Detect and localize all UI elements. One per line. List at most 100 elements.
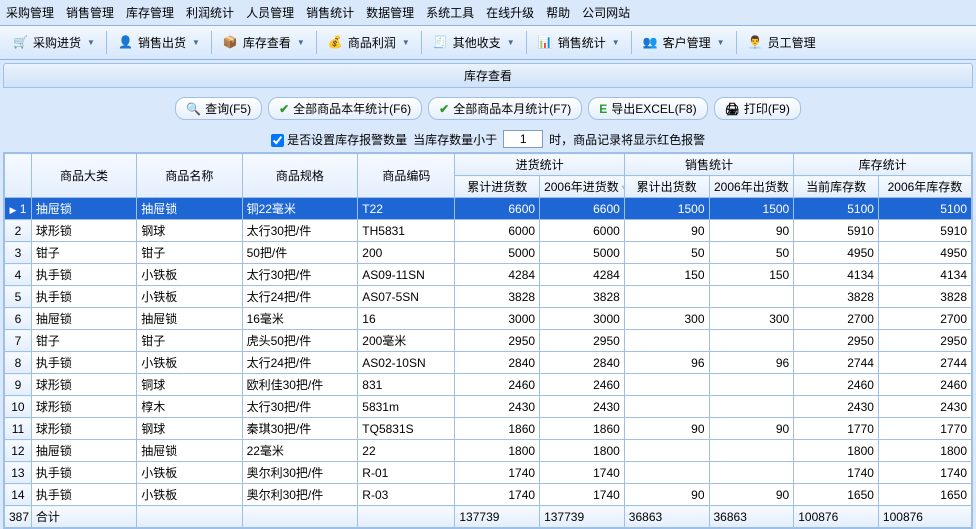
menu-item[interactable]: 在线升级 <box>486 4 534 21</box>
footer-cur-stock: 100876 <box>794 506 879 528</box>
cell-cat: 抽屉锁 <box>31 440 136 462</box>
chevron-down-icon[interactable]: ▼ <box>612 38 620 47</box>
cell-cat: 执手锁 <box>31 484 136 506</box>
col-year-out[interactable]: 2006年出货数 <box>709 176 794 198</box>
col-group-stock[interactable]: 库存统计 <box>794 154 972 176</box>
cell-stk: 2460 <box>794 374 879 396</box>
cell-cin: 1860 <box>455 418 540 440</box>
col-rownum[interactable] <box>5 154 32 198</box>
cell-yin: 4284 <box>540 264 625 286</box>
cell-yin: 2950 <box>540 330 625 352</box>
cell-cout <box>624 440 709 462</box>
col-group-out[interactable]: 销售统计 <box>624 154 793 176</box>
menu-item[interactable]: 采购管理 <box>6 4 54 21</box>
toolbar-button[interactable]: 🛒采购进货▼ <box>4 29 104 56</box>
toolbar-button[interactable]: 👥客户管理▼ <box>634 29 734 56</box>
menu-item[interactable]: 库存管理 <box>126 4 174 21</box>
cell-spec: 太行30把/件 <box>242 396 358 418</box>
col-code[interactable]: 商品编码 <box>358 154 455 198</box>
footer-row: 387 合计 137739 137739 36863 36863 100876 … <box>5 506 972 528</box>
threshold-input[interactable] <box>503 130 543 148</box>
cell-yout: 1500 <box>709 198 794 220</box>
table-row[interactable]: 5执手锁小铁板太行24把/件AS07-5SN3828382838283828 <box>5 286 972 308</box>
toolbar-icon: 📊 <box>538 35 554 51</box>
table-row[interactable]: 8执手锁小铁板太行24把/件AS02-10SN28402840969627442… <box>5 352 972 374</box>
cell-ystk: 4950 <box>878 242 971 264</box>
cell-cout <box>624 286 709 308</box>
cell-spec: 16毫米 <box>242 308 358 330</box>
toolbar-button[interactable]: 📊销售统计 ▼ <box>529 29 629 56</box>
table-row[interactable]: 6抽屉锁抽屉锁16毫米163000300030030027002700 <box>5 308 972 330</box>
col-name[interactable]: 商品名称 <box>137 154 242 198</box>
toolbar-button[interactable]: 💰商品利润▼ <box>319 29 419 56</box>
menu-item[interactable]: 利润统计 <box>186 4 234 21</box>
cell-yout: 300 <box>709 308 794 330</box>
action-button[interactable]: ✔全部商品本年统计(F6) <box>268 97 422 120</box>
table-row[interactable]: 12抽屉锁抽屉锁22毫米221800180018001800 <box>5 440 972 462</box>
table-row[interactable]: 14执手锁小铁板奥尔利30把/件R-0317401740909016501650 <box>5 484 972 506</box>
toolbar-button[interactable]: 📦库存查看▼ <box>214 29 314 56</box>
menu-item[interactable]: 公司网站 <box>582 4 630 21</box>
cell-ystk: 2430 <box>878 396 971 418</box>
table-row[interactable]: 13执手锁小铁板奥尔利30把/件R-011740174017401740 <box>5 462 972 484</box>
table-row[interactable]: 9球形锁铜球欧利佳30把/件8312460246024602460 <box>5 374 972 396</box>
menu-item[interactable]: 帮助 <box>546 4 570 21</box>
cell-name: 小铁板 <box>137 352 242 374</box>
table-row[interactable]: 10球形锁椁木太行30把/件5831m2430243024302430 <box>5 396 972 418</box>
table-row[interactable]: 2球形锁钢球太行30把/件TH583160006000909059105910 <box>5 220 972 242</box>
cell-yin: 1740 <box>540 484 625 506</box>
cell-code: T22 <box>358 198 455 220</box>
menu-item[interactable]: 数据管理 <box>366 4 414 21</box>
toolbar-button[interactable]: 🧾其他收支▼ <box>424 29 524 56</box>
alert-checkbox-label[interactable]: 是否设置库存报警数量 <box>271 131 407 148</box>
cell-yout: 90 <box>709 220 794 242</box>
toolbar-label: 员工管理 <box>768 34 816 51</box>
table-row[interactable]: 7钳子钳子虎头50把/件200毫米2950295029502950 <box>5 330 972 352</box>
table-row[interactable]: 3钳子钳子50把/件20050005000505049504950 <box>5 242 972 264</box>
col-cum-out[interactable]: 累计出货数 <box>624 176 709 198</box>
col-cur-stock[interactable]: 当前库存数 <box>794 176 879 198</box>
table-row[interactable]: 11球形锁钢球秦琪30把/件TQ5831S1860186090901770177… <box>5 418 972 440</box>
col-year-stock[interactable]: 2006年库存数 <box>878 176 971 198</box>
cell-name: 抽屉锁 <box>137 308 242 330</box>
chevron-down-icon[interactable]: ▼ <box>192 38 200 47</box>
col-group-in[interactable]: 进货统计 <box>455 154 624 176</box>
action-label: 导出EXCEL(F8) <box>611 100 696 117</box>
row-number: 8 <box>5 352 32 374</box>
menu-item[interactable]: 人员管理 <box>246 4 294 21</box>
col-year-in[interactable]: 2006年进货数 ▽ <box>540 176 625 198</box>
cell-yin: 2430 <box>540 396 625 418</box>
action-button[interactable]: 🔍查询(F5) <box>175 97 262 120</box>
cell-cout <box>624 396 709 418</box>
action-button[interactable]: ✔全部商品本月统计(F7) <box>428 97 582 120</box>
table-row[interactable]: 4执手锁小铁板太行30把/件AS09-11SN42844284150150413… <box>5 264 972 286</box>
toolbar-button[interactable]: 👨‍💼员工管理 <box>739 29 825 56</box>
menu-item[interactable]: 销售管理 <box>66 4 114 21</box>
alert-checkbox[interactable] <box>271 134 284 147</box>
action-button[interactable]: E导出EXCEL(F8) <box>588 97 707 120</box>
cell-cat: 抽屉锁 <box>31 308 136 330</box>
toolbar-separator <box>316 31 317 54</box>
menu-item[interactable]: 销售统计 <box>306 4 354 21</box>
table-row[interactable]: ▶ 1抽屉锁抽屉锁铜22毫米T2266006600150015005100510… <box>5 198 972 220</box>
col-spec[interactable]: 商品规格 <box>242 154 358 198</box>
cell-cin: 5000 <box>455 242 540 264</box>
cell-stk: 2950 <box>794 330 879 352</box>
chevron-down-icon[interactable]: ▼ <box>717 38 725 47</box>
toolbar-label: 销售统计 <box>558 34 606 51</box>
action-button[interactable]: 🖨打印(F9) <box>714 97 801 120</box>
cell-stk: 4134 <box>794 264 879 286</box>
inventory-table[interactable]: 商品大类 商品名称 商品规格 商品编码 进货统计 销售统计 库存统计 累计进货数… <box>4 153 972 528</box>
chevron-down-icon[interactable]: ▼ <box>297 38 305 47</box>
menu-item[interactable]: 系统工具 <box>426 4 474 21</box>
cell-ystk: 5910 <box>878 220 971 242</box>
toolbar-button[interactable]: 👤销售出货▼ <box>109 29 209 56</box>
cell-yout: 96 <box>709 352 794 374</box>
chevron-down-icon[interactable]: ▼ <box>87 38 95 47</box>
col-cum-in[interactable]: 累计进货数 <box>455 176 540 198</box>
chevron-down-icon[interactable]: ▼ <box>507 38 515 47</box>
footer-cum-out: 36863 <box>624 506 709 528</box>
chevron-down-icon[interactable]: ▼ <box>402 38 410 47</box>
col-category[interactable]: 商品大类 <box>31 154 136 198</box>
cell-cat: 执手锁 <box>31 286 136 308</box>
